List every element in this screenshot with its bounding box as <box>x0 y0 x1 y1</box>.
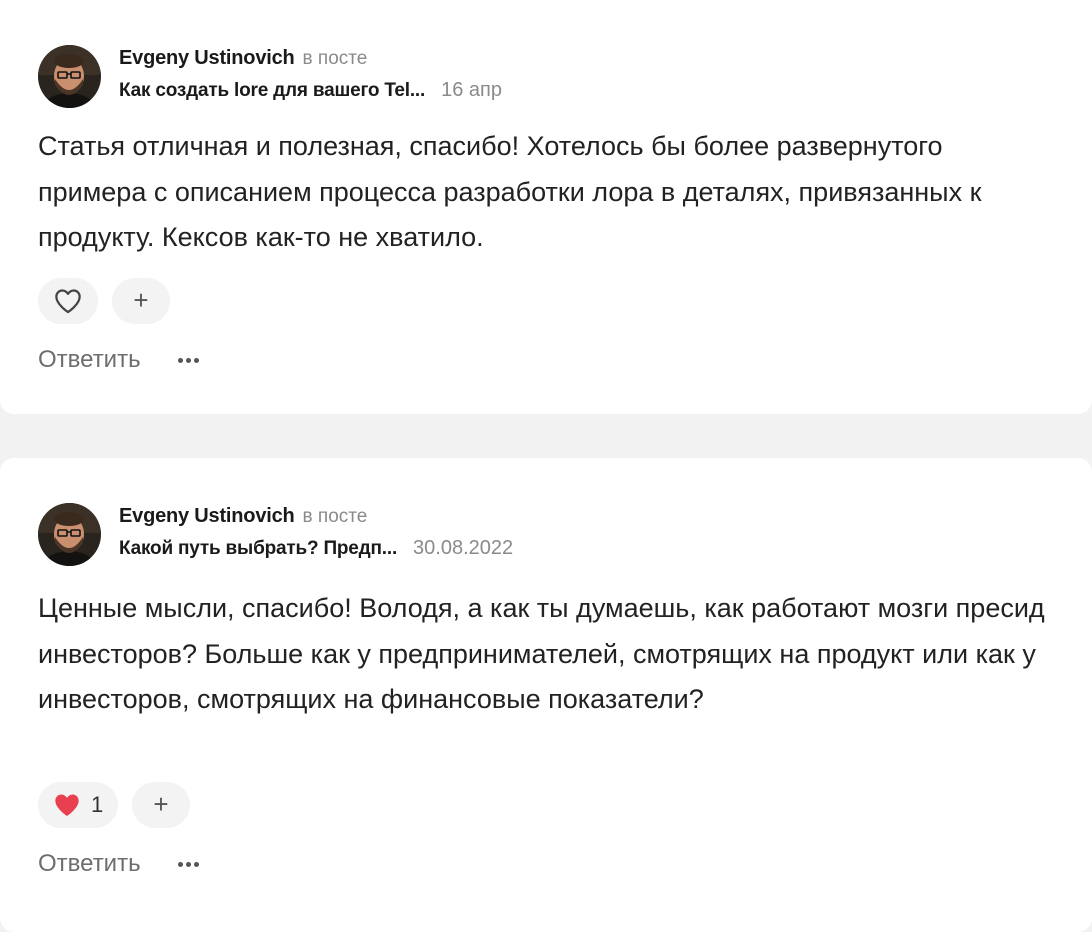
comment-card: Evgeny Ustinovich в посте Как создать lo… <box>0 0 1092 414</box>
plus-icon: + <box>133 285 149 315</box>
comment-date: 16 апр <box>441 79 502 101</box>
like-count: 1 <box>91 792 104 817</box>
author-name[interactable]: Evgeny Ustinovich <box>119 47 295 70</box>
like-button[interactable] <box>38 278 98 324</box>
comment-text: Статья отличная и полезная, спасибо! Хот… <box>38 131 982 252</box>
comment-actions: Ответить <box>38 346 199 374</box>
post-title-link[interactable]: Какой путь выбрать? Предп... <box>119 538 397 560</box>
reactions-bar: + <box>38 278 170 324</box>
comment-header: Evgeny Ustinovich в посте Как создать lo… <box>38 44 502 108</box>
in-post-label: в посте <box>302 48 368 69</box>
comment-actions: Ответить <box>38 850 199 878</box>
add-reaction-button[interactable]: + <box>132 782 190 828</box>
heart-filled-icon <box>55 794 79 817</box>
author-name[interactable]: Evgeny Ustinovich <box>119 505 295 528</box>
comment-meta: Evgeny Ustinovich в посте Как создать lo… <box>119 45 502 107</box>
comment-date: 30.08.2022 <box>413 537 514 559</box>
in-post-label: в посте <box>302 506 368 527</box>
more-dots-icon[interactable] <box>177 856 199 873</box>
comment-card: Evgeny Ustinovich в посте Какой путь выб… <box>0 458 1092 932</box>
heart-outline-icon <box>55 289 81 314</box>
post-title-link[interactable]: Как создать lore для вашего Tel... <box>119 80 425 102</box>
comment-meta: Evgeny Ustinovich в посте Какой путь выб… <box>119 503 513 565</box>
comment-header: Evgeny Ustinovich в посте Какой путь выб… <box>38 502 513 566</box>
comment-text: Ценные мысли, спасибо! Володя, а как ты … <box>38 593 1045 714</box>
avatar[interactable] <box>38 502 101 566</box>
reactions-bar: 1 + <box>38 782 190 828</box>
reply-button[interactable]: Ответить <box>38 850 141 878</box>
more-dots-icon[interactable] <box>177 352 199 369</box>
plus-icon: + <box>153 789 169 819</box>
reply-button[interactable]: Ответить <box>38 346 141 374</box>
add-reaction-button[interactable]: + <box>112 278 170 324</box>
like-button[interactable]: 1 <box>38 782 118 828</box>
avatar[interactable] <box>38 44 101 108</box>
